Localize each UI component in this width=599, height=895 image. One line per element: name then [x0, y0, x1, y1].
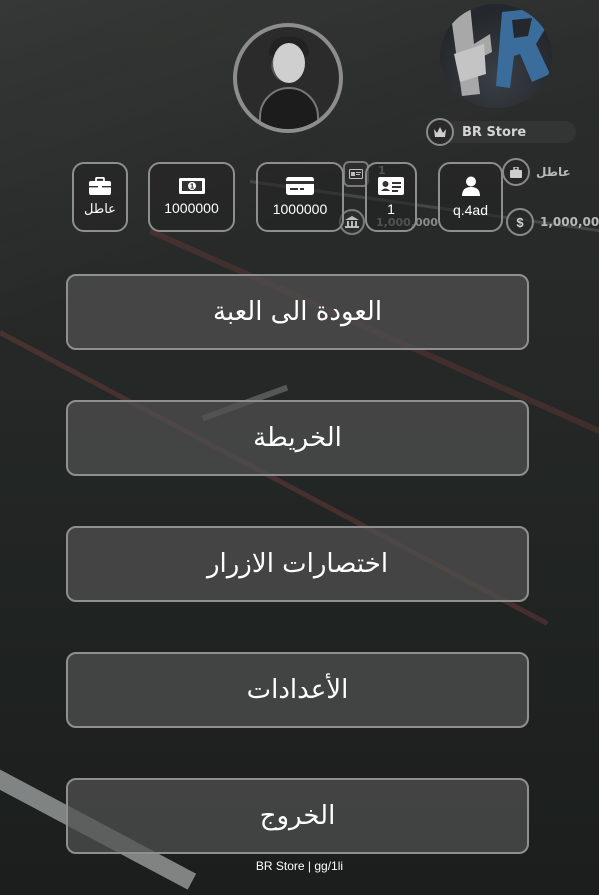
resume-game-button[interactable]: العودة الى العبة: [66, 274, 529, 350]
store-name-chip: BR Store: [426, 118, 576, 146]
stat-cash: 1 1000000: [148, 162, 235, 232]
profile-money-row: $ 1,000,000: [506, 208, 599, 236]
cash-icon: 1: [178, 178, 205, 194]
stat-id-value: 1: [387, 201, 395, 217]
player-avatar: [233, 23, 343, 133]
br-store-logo: [440, 4, 552, 108]
id-card-icon: [378, 177, 404, 195]
settings-button[interactable]: الأعدادات: [66, 652, 529, 728]
stat-job: عاطل: [72, 162, 128, 232]
dollar-icon: $: [506, 208, 534, 236]
profile-job-row: عاطل: [502, 158, 571, 186]
profile-job: عاطل: [536, 165, 571, 179]
footer-text: BR Store | gg/1li: [255, 859, 344, 873]
exit-button[interactable]: الخروج: [66, 778, 529, 854]
stat-user-value: q.4ad: [452, 202, 489, 218]
profile-money: 1,000,000: [540, 215, 599, 229]
svg-text:1: 1: [189, 183, 194, 191]
stat-bank-value: 1000000: [272, 201, 328, 217]
user-icon: [461, 176, 480, 196]
briefcase-icon: [502, 158, 530, 186]
map-button[interactable]: الخريطة: [66, 400, 529, 476]
briefcase-icon: [89, 177, 111, 195]
store-name: BR Store: [462, 124, 527, 140]
stat-bank: 1000000: [256, 162, 344, 232]
crown-icon: [426, 118, 454, 146]
keybinds-button[interactable]: اختصارات الازرار: [66, 526, 529, 602]
stat-user: q.4ad: [438, 162, 503, 232]
stat-cash-value: 1000000: [164, 200, 219, 216]
stat-job-value: عاطل: [84, 201, 116, 216]
credit-card-icon: [286, 177, 314, 195]
stat-id: 1: [365, 162, 417, 232]
